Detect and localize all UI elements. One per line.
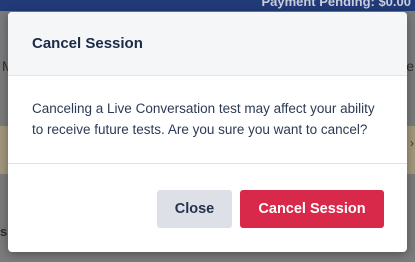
chevron-right-icon: › [410, 136, 414, 150]
backdrop-partial-text-right: e [406, 58, 414, 74]
backdrop-partial-text-bottom: s [0, 224, 8, 239]
dialog-message: Canceling a Live Conversation test may a… [32, 101, 375, 137]
cancel-session-dialog: Cancel Session Canceling a Live Conversa… [8, 12, 407, 252]
dialog-title: Cancel Session [32, 35, 143, 52]
top-navigation-bar: Payment Pending: $0.00 [0, 0, 415, 11]
dialog-footer: Close Cancel Session [8, 164, 407, 252]
close-button[interactable]: Close [157, 190, 232, 228]
dialog-header: Cancel Session [8, 12, 407, 76]
cancel-session-button[interactable]: Cancel Session [240, 190, 384, 228]
dialog-body: Canceling a Live Conversation test may a… [8, 76, 407, 164]
payment-pending-text: Payment Pending: $0.00 [261, 0, 411, 9]
